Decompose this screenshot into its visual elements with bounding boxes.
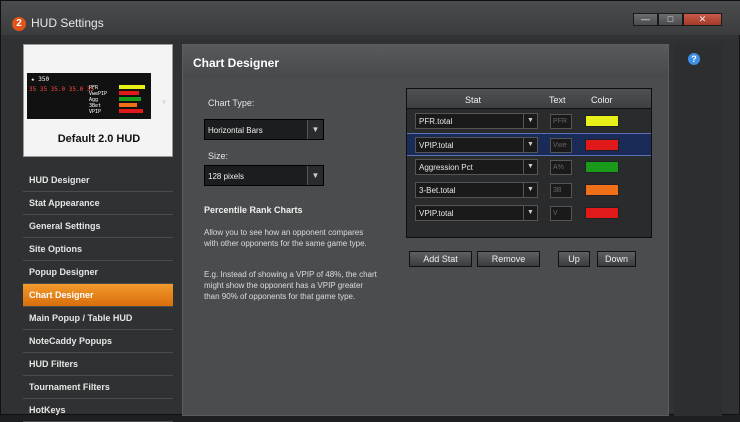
sidebar-item-tournament-filters[interactable]: Tournament Filters xyxy=(23,376,173,399)
stat-select[interactable]: VPIP.total ▼ xyxy=(415,137,538,153)
close-button[interactable]: ✕ xyxy=(683,13,722,26)
page-title: Chart Designer xyxy=(193,56,280,70)
chevron-down-icon[interactable]: ▼ xyxy=(523,138,537,152)
hud-preview-bar xyxy=(119,97,141,101)
color-swatch[interactable] xyxy=(585,207,619,219)
table-row[interactable]: Aggression Pct ▼ A% xyxy=(407,156,651,179)
stat-value: VPIP.total xyxy=(419,141,454,150)
sidebar-item-notecaddy-popups[interactable]: NoteCaddy Popups xyxy=(23,330,173,353)
chevron-down-icon[interactable]: ▼ xyxy=(307,120,323,139)
stat-text-field[interactable]: Vwe xyxy=(550,138,572,153)
title-bar[interactable]: 2 HUD Settings — □ ✕ xyxy=(1,1,740,35)
chart-type-select[interactable]: Horizontal Bars ▼ xyxy=(204,119,324,140)
hud-preview-image: ★ 350 35 35 35.0 35.0 35 PFR VwePIP Agg … xyxy=(27,73,151,119)
chevron-down-icon[interactable]: ▼ xyxy=(523,160,537,174)
chevron-down-icon[interactable]: ▼ xyxy=(523,114,537,128)
sidebar-item-hud-filters[interactable]: HUD Filters xyxy=(23,353,173,376)
stat-text-field[interactable]: V xyxy=(550,206,572,221)
chart-type-label: Chart Type: xyxy=(208,98,255,108)
stat-grid: Stat Text Color PFR.total ▼ PFR VPIP.tot… xyxy=(406,88,652,238)
table-row[interactable]: VPIP.total ▼ Vwe xyxy=(407,133,651,156)
percentile-description: Allow you to see how an opponent compare… xyxy=(204,228,367,248)
percentile-heading: Percentile Rank Charts xyxy=(204,205,303,215)
color-swatch[interactable] xyxy=(585,115,619,127)
maximize-button[interactable]: □ xyxy=(658,13,683,26)
sidebar-item-popup-designer[interactable]: Popup Designer xyxy=(23,261,173,284)
app-logo-icon: 2 xyxy=(12,17,26,31)
stat-text-field[interactable]: 3B xyxy=(550,183,572,198)
window-title: HUD Settings xyxy=(31,16,104,30)
stat-select[interactable]: PFR.total ▼ xyxy=(415,113,538,129)
table-row[interactable]: VPIP.total ▼ V xyxy=(407,202,651,225)
sidebar-item-chart-designer[interactable]: Chart Designer xyxy=(23,284,173,307)
stat-select[interactable]: 3-Bet.total ▼ xyxy=(415,182,538,198)
grid-header: Stat Text Color xyxy=(407,89,651,109)
window-controls: — □ ✕ xyxy=(633,13,722,26)
sidebar-item-site-options[interactable]: Site Options xyxy=(23,238,173,261)
stat-value: VPIP.total xyxy=(419,209,454,218)
hud-preview-bar xyxy=(119,91,139,95)
stat-value: Aggression Pct xyxy=(419,163,473,172)
stat-select[interactable]: VPIP.total ▼ xyxy=(415,205,538,221)
size-label: Size: xyxy=(208,151,229,161)
hud-preview-line1: ★ 350 xyxy=(31,76,50,83)
chart-type-value: Horizontal Bars xyxy=(208,126,263,135)
hud-name: Default 2.0 HUD xyxy=(57,133,141,145)
right-pane xyxy=(674,44,722,416)
sidebar-item-hud-designer[interactable]: HUD Designer xyxy=(23,169,173,192)
sidebar-item-hotkeys[interactable]: HotKeys xyxy=(23,399,173,422)
color-swatch[interactable] xyxy=(585,139,619,151)
column-header-text: Text xyxy=(549,95,566,105)
sidebar-item-stat-appearance[interactable]: Stat Appearance xyxy=(23,192,173,215)
size-value: 128 pixels xyxy=(208,172,245,181)
column-header-color: Color xyxy=(591,95,613,105)
percentile-example: E.g. Instead of showing a VPIP of 48%, t… xyxy=(204,270,377,301)
minimize-button[interactable]: — xyxy=(633,13,658,26)
panel-header: Chart Designer xyxy=(183,45,668,77)
hud-select-dropdown-icon[interactable]: ▼ xyxy=(160,98,168,107)
stat-text-field[interactable]: PFR xyxy=(550,114,572,129)
table-row[interactable]: 3-Bet.total ▼ 3B xyxy=(407,179,651,202)
sidebar-nav: HUD Designer Stat Appearance General Set… xyxy=(23,169,173,422)
color-swatch[interactable] xyxy=(585,184,619,196)
stat-value: PFR.total xyxy=(419,117,453,126)
move-down-button[interactable]: Down xyxy=(597,251,636,267)
sidebar-item-main-popup[interactable]: Main Popup / Table HUD xyxy=(23,307,173,330)
stat-value: 3-Bet.total xyxy=(419,186,456,195)
color-swatch[interactable] xyxy=(585,161,619,173)
help-icon[interactable]: ? xyxy=(688,53,700,65)
chevron-down-icon[interactable]: ▼ xyxy=(307,166,323,185)
hud-preview-labels: PFR VwePIP Agg 3Bet VPIP xyxy=(89,85,108,115)
remove-button[interactable]: Remove xyxy=(477,251,540,267)
chevron-down-icon[interactable]: ▼ xyxy=(523,206,537,220)
stat-text-field[interactable]: A% xyxy=(550,160,572,175)
hud-preview-card[interactable]: ★ 350 35 35 35.0 35.0 35 PFR VwePIP Agg … xyxy=(23,44,173,157)
hud-preview-line2: 35 35 35.0 35.0 35 xyxy=(29,86,95,93)
size-select[interactable]: 128 pixels ▼ xyxy=(204,165,324,186)
column-header-stat: Stat xyxy=(465,95,482,105)
hud-preview-bar xyxy=(119,103,137,107)
move-up-button[interactable]: Up xyxy=(558,251,590,267)
add-stat-button[interactable]: Add Stat xyxy=(409,251,472,267)
sidebar-item-general-settings[interactable]: General Settings xyxy=(23,215,173,238)
hud-settings-window: 2 HUD Settings — □ ✕ ★ 350 35 35 35.0 35… xyxy=(0,0,740,422)
chevron-down-icon[interactable]: ▼ xyxy=(523,183,537,197)
stat-select[interactable]: Aggression Pct ▼ xyxy=(415,159,538,175)
hud-preview-bar xyxy=(119,109,143,113)
table-row[interactable]: PFR.total ▼ PFR xyxy=(407,110,651,133)
hud-preview-bar xyxy=(119,85,145,89)
